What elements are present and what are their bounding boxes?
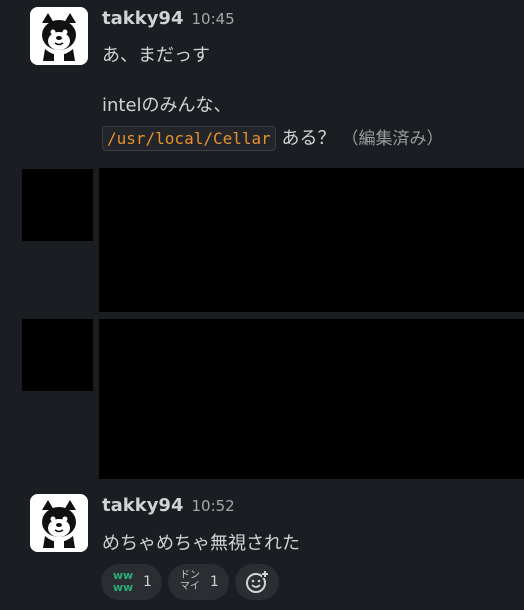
message-text: めちゃめちゃ無視された: [102, 533, 300, 554]
reactions-bar: ww ww 1 ドン マイ 1: [101, 564, 279, 600]
inline-code: /usr/local/Cellar: [102, 126, 276, 151]
dog-avatar-icon: [30, 494, 88, 552]
timestamp[interactable]: 10:52: [191, 497, 234, 515]
timestamp[interactable]: 10:45: [191, 10, 234, 28]
redacted-avatar: [22, 169, 93, 241]
reaction-count: 1: [209, 574, 219, 590]
redacted-avatar: [22, 319, 93, 391]
redacted-message: [99, 168, 524, 312]
don-mai-icon: ドン マイ: [179, 570, 200, 592]
add-emoji-icon: [245, 570, 268, 593]
user-avatar[interactable]: [30, 494, 88, 552]
add-reaction-button[interactable]: [234, 564, 279, 600]
message-text: ある？: [281, 128, 336, 149]
username[interactable]: takky94: [102, 495, 183, 516]
dog-avatar-icon: [30, 7, 88, 65]
message-header: takky94 10:52: [102, 495, 235, 516]
message-text-line: /usr/local/Cellar ある？ （編集済み）: [102, 124, 444, 151]
reaction-ww[interactable]: ww ww 1: [101, 564, 162, 600]
message-text: intelのみんな、: [102, 95, 232, 116]
reaction-don-mai[interactable]: ドン マイ 1: [167, 564, 229, 600]
message-header: takky94 10:45: [102, 8, 235, 29]
ww-icon: ww ww: [112, 569, 134, 594]
edited-label: （編集済み）: [341, 129, 444, 149]
reaction-count: 1: [143, 574, 152, 590]
username[interactable]: takky94: [102, 8, 183, 29]
user-avatar[interactable]: [30, 7, 88, 65]
redacted-message: [99, 319, 524, 479]
message-text: あ、まだっす: [102, 45, 210, 66]
